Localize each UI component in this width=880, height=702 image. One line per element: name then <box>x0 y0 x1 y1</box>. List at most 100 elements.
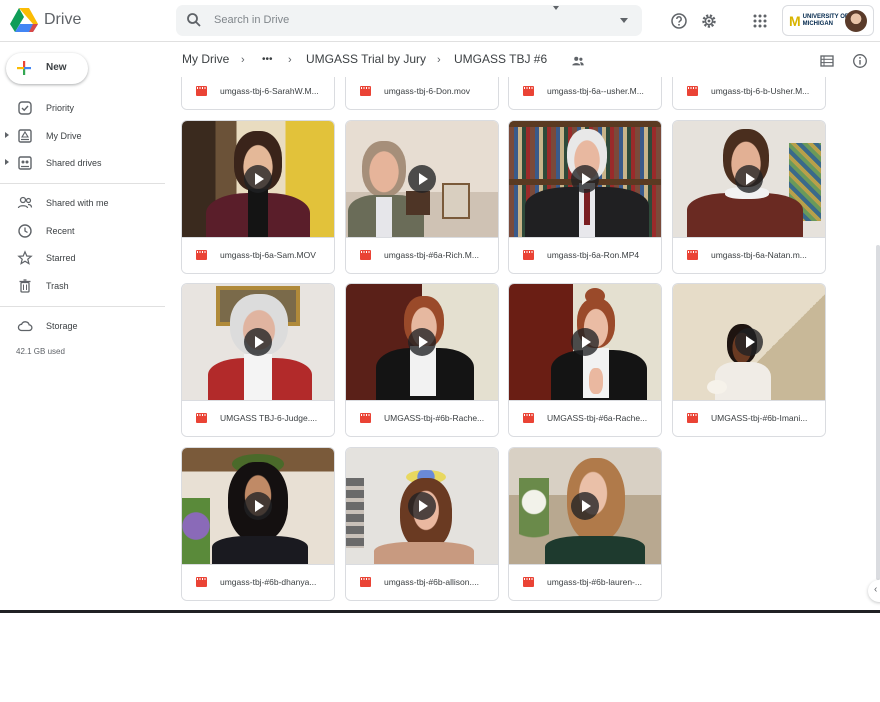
file-caption: UMGASS-tbj-#6b-Rache... <box>346 400 498 436</box>
video-file-icon <box>523 86 534 96</box>
play-icon[interactable] <box>408 492 436 520</box>
video-thumbnail <box>509 284 661 402</box>
sidebar: New Priority My Drive Shared drives Shar… <box>0 43 165 610</box>
file-name: UMGASS-tbj-#6a-Rache... <box>547 413 648 423</box>
video-file-icon <box>360 86 371 96</box>
play-icon[interactable] <box>735 165 763 193</box>
sidebar-item-label: Shared with me <box>46 198 109 208</box>
video-thumbnail <box>673 284 825 402</box>
file-card[interactable]: umgass-tbj-6a-Ron.MP4 <box>508 120 662 274</box>
account-switcher[interactable]: M UNIVERSITY OF MICHIGAN <box>782 5 874 36</box>
play-icon[interactable] <box>408 328 436 356</box>
sidebar-divider <box>0 306 165 307</box>
video-thumbnail <box>182 448 334 566</box>
vertical-scrollbar[interactable] <box>876 245 880 580</box>
file-name: umgass-tbj-#6b-allison.... <box>384 577 479 587</box>
file-caption: umgass-tbj-#6b-dhanya... <box>182 564 334 600</box>
window-bottom-edge <box>0 610 880 613</box>
search-options-icon[interactable] <box>620 18 628 23</box>
folder-menu-dropdown-icon[interactable] <box>553 6 559 10</box>
new-button-label: New <box>46 62 67 73</box>
sidebar-item-recent[interactable]: Recent <box>0 220 165 242</box>
org-line2: MICHIGAN <box>802 21 834 27</box>
file-card[interactable]: umgass-tbj-6-Don.mov <box>345 77 499 110</box>
priority-icon <box>18 101 32 115</box>
file-card[interactable]: umgass-tbj-#6b-allison.... <box>345 447 499 601</box>
breadcrumb-my-drive[interactable]: My Drive <box>182 52 229 66</box>
sidebar-item-my-drive[interactable]: My Drive <box>0 125 165 147</box>
file-card[interactable]: umgass-tbj-#6b-lauren-... <box>508 447 662 601</box>
chevron-right-icon: › <box>437 54 441 66</box>
shared-with-me-icon <box>17 196 33 209</box>
play-icon[interactable] <box>244 165 272 193</box>
apps-grid-icon[interactable] <box>751 12 769 30</box>
file-name: umgass-tbj-#6a-Rich.M... <box>384 250 479 260</box>
sidebar-item-label: Priority <box>46 103 75 113</box>
play-icon[interactable] <box>244 328 272 356</box>
clock-icon <box>18 224 32 238</box>
storage-used-text: 42.1 GB used <box>16 347 65 356</box>
file-caption: umgass-tbj-6a-Ron.MP4 <box>509 237 661 273</box>
file-card[interactable]: umgass-tbj-6-b-Usher.M... <box>672 77 826 110</box>
file-card[interactable]: umgass-tbj-6a-Sam.MOV <box>181 120 335 274</box>
expand-arrow-icon[interactable] <box>5 159 9 165</box>
drive-logo-icon[interactable] <box>10 8 38 32</box>
video-file-icon <box>523 577 534 587</box>
play-icon[interactable] <box>571 165 599 193</box>
info-icon[interactable] <box>852 53 868 69</box>
shared-drives-icon <box>18 156 32 170</box>
breadcrumb-current-folder[interactable]: UMGASS TBJ #6 <box>454 52 547 66</box>
sidebar-item-shared-drives[interactable]: Shared drives <box>0 152 165 174</box>
sidebar-item-starred[interactable]: Starred <box>0 247 165 269</box>
help-icon[interactable] <box>670 12 688 30</box>
file-card[interactable]: UMGASS TBJ-6-Judge.... <box>181 283 335 437</box>
file-grid: umgass-tbj-6-SarahW.M... umgass-tbj-6-Do… <box>165 77 880 610</box>
video-thumbnail <box>509 448 661 566</box>
video-thumbnail <box>673 121 825 239</box>
play-icon[interactable] <box>571 328 599 356</box>
search-icon[interactable] <box>186 12 202 28</box>
sidebar-item-storage[interactable]: Storage <box>0 315 165 337</box>
play-icon[interactable] <box>244 492 272 520</box>
sidebar-item-priority[interactable]: Priority <box>0 97 165 119</box>
chevron-right-icon: › <box>241 54 245 66</box>
file-caption: umgass-tbj-6-Don.mov <box>346 77 498 109</box>
sidebar-item-shared-with-me[interactable]: Shared with me <box>0 192 165 214</box>
list-view-icon[interactable] <box>819 53 835 69</box>
chevron-left-icon: ‹ <box>874 584 878 595</box>
sidebar-item-trash[interactable]: Trash <box>0 275 165 297</box>
file-name: UMGASS-tbj-#6b-Imani... <box>711 413 808 423</box>
top-bar: Drive Search in Drive M UNIVERSITY OF MI… <box>0 0 880 42</box>
file-card[interactable]: umgass-tbj-6a--usher.M... <box>508 77 662 110</box>
video-file-icon <box>360 577 371 587</box>
video-file-icon <box>523 413 534 423</box>
file-card[interactable]: umgass-tbj-#6a-Rich.M... <box>345 120 499 274</box>
app-name: Drive <box>44 11 82 28</box>
new-button[interactable]: New <box>6 53 88 84</box>
play-icon[interactable] <box>571 492 599 520</box>
settings-gear-icon[interactable] <box>700 12 718 30</box>
file-card[interactable]: umgass-tbj-#6b-dhanya... <box>181 447 335 601</box>
video-file-icon <box>687 250 698 260</box>
file-name: umgass-tbj-6-Don.mov <box>384 86 470 96</box>
expand-arrow-icon[interactable] <box>5 132 9 138</box>
file-card[interactable]: umgass-tbj-6a-Natan.m... <box>672 120 826 274</box>
file-card[interactable]: umgass-tbj-6-SarahW.M... <box>181 77 335 110</box>
breadcrumb-parent-folder[interactable]: UMGASS Trial by Jury <box>306 52 426 66</box>
video-file-icon <box>196 577 207 587</box>
sidebar-item-label: Recent <box>46 226 75 236</box>
cloud-icon <box>17 321 33 332</box>
file-card[interactable]: UMGASS-tbj-#6b-Imani... <box>672 283 826 437</box>
my-drive-icon <box>18 129 32 143</box>
plus-icon <box>17 61 31 75</box>
play-icon[interactable] <box>735 328 763 356</box>
sidebar-divider <box>0 183 165 184</box>
avatar[interactable] <box>845 10 867 32</box>
search-input[interactable]: Search in Drive <box>214 14 289 26</box>
play-icon[interactable] <box>408 165 436 193</box>
file-card[interactable]: UMGASS-tbj-#6b-Rache... <box>345 283 499 437</box>
search-bar[interactable]: Search in Drive <box>176 5 642 36</box>
file-card[interactable]: UMGASS-tbj-#6a-Rache... <box>508 283 662 437</box>
video-thumbnail <box>509 121 661 239</box>
breadcrumb-more-icon[interactable]: ••• <box>262 54 273 65</box>
